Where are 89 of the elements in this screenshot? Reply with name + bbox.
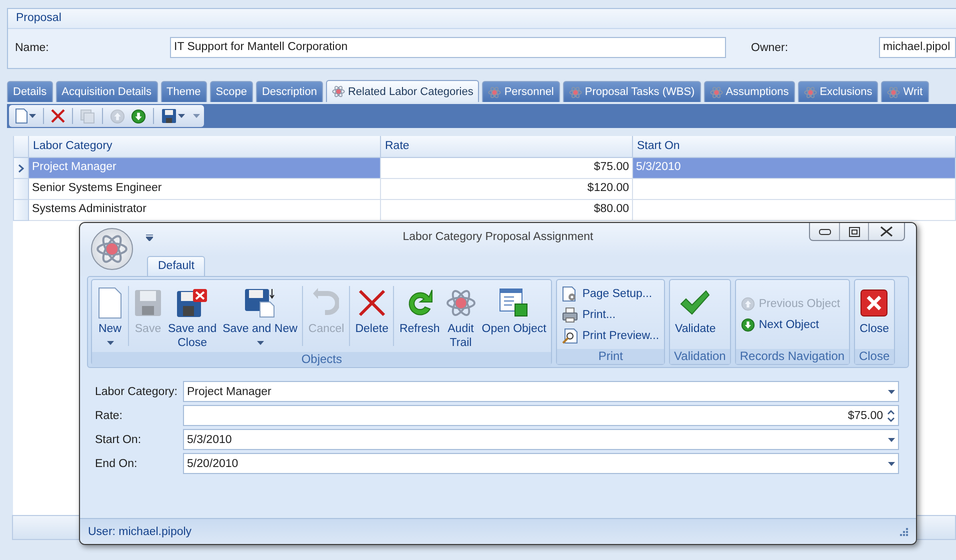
stacked-pages-icon <box>80 108 95 124</box>
text-field[interactable]: IT Support for Mantell Corporation <box>170 37 726 58</box>
column-header[interactable]: Labor Category <box>29 136 381 158</box>
dropdown-field[interactable]: 5/3/2010 <box>183 429 899 450</box>
ribbon-button[interactable]: Print... <box>559 305 662 324</box>
application-button[interactable] <box>91 228 133 270</box>
spin-arrows-icon <box>887 408 895 422</box>
ribbon-button[interactable]: Refresh <box>396 282 443 350</box>
tab[interactable]: Assumptions <box>704 81 795 102</box>
group-label: Validation <box>670 349 730 364</box>
ribbon-button[interactable]: Print Preview... <box>559 326 662 345</box>
page-icon <box>97 287 123 319</box>
spin-field[interactable]: $75.00 <box>183 405 899 426</box>
ribbon-button[interactable]: Close <box>856 282 892 347</box>
caret-icon <box>256 341 264 345</box>
page-magnifier-icon <box>562 328 578 344</box>
table-cell: $120.00 <box>381 179 633 200</box>
group-label: Records Navigation <box>736 349 849 364</box>
field-label: Owner: <box>751 42 790 54</box>
caret-icon <box>888 462 895 466</box>
tab[interactable]: Personnel <box>482 81 560 102</box>
caret-icon <box>888 438 895 442</box>
column-header[interactable]: Start On <box>633 136 956 158</box>
table-cell: Senior Systems Engineer <box>29 179 381 200</box>
ribbon-button[interactable]: Page Setup... <box>559 284 662 303</box>
tab[interactable]: Related Labor Categories <box>326 80 480 102</box>
window-cube-icon <box>499 288 530 318</box>
toolbar-button[interactable] <box>159 106 187 126</box>
floppy-disk-delete-icon <box>176 288 208 318</box>
floppy-disk-page-icon <box>244 288 276 318</box>
toolbar-button[interactable] <box>13 106 38 126</box>
page-icon <box>15 108 28 124</box>
table-cell: $75.00 <box>381 158 633 179</box>
ribbon-button[interactable]: New <box>94 282 126 350</box>
table-cell: 5/3/2010 <box>633 158 956 179</box>
ribbon-button[interactable]: Validate <box>672 282 719 347</box>
tab[interactable]: Scope <box>210 81 253 102</box>
group-label: Print <box>557 349 664 364</box>
window-title: Labor Category Proposal Assignment <box>402 231 594 243</box>
caret-icon <box>29 114 36 118</box>
resize-grip-icon[interactable] <box>900 528 908 536</box>
tab[interactable]: Theme <box>160 81 207 102</box>
tab[interactable]: Writ <box>881 81 929 102</box>
panel-title: Proposal <box>8 9 956 29</box>
column-header[interactable]: Rate <box>381 136 633 158</box>
chevron-icon <box>18 164 24 172</box>
table-cell: Project Manager <box>29 158 381 179</box>
tab[interactable]: Details <box>7 81 53 102</box>
dropdown-field[interactable]: Project Manager <box>183 381 899 402</box>
text-field[interactable]: michael.pipol <box>879 37 956 58</box>
caret-icon[interactable] <box>193 114 200 118</box>
cross-icon <box>51 109 65 123</box>
caret-icon <box>178 114 185 118</box>
undo-arrow-icon <box>313 288 340 318</box>
field-label: Rate: <box>95 410 124 422</box>
close-icon <box>860 289 888 317</box>
ribbon-button[interactable]: Save and Close <box>165 282 220 350</box>
ribbon-button[interactable]: Next Object <box>738 316 844 334</box>
ribbon-button[interactable]: Save and New <box>220 282 300 350</box>
check-mark-icon <box>680 290 710 316</box>
table-cell: Systems Administrator <box>29 200 381 221</box>
ribbon-button[interactable]: Open Object <box>478 282 550 350</box>
dropdown-field[interactable]: 5/20/2010 <box>183 453 899 474</box>
cross-icon <box>358 289 386 317</box>
group-label: Close <box>854 349 894 364</box>
caret-icon <box>888 390 895 394</box>
minimize-icon <box>818 228 830 234</box>
close-icon <box>880 226 893 237</box>
table-cell: $80.00 <box>381 200 633 221</box>
maximize-icon <box>848 226 860 236</box>
atom-icon <box>446 288 476 318</box>
page-gear-icon <box>562 286 578 302</box>
field-label: End On: <box>95 458 138 470</box>
atom-icon <box>96 233 128 265</box>
tab[interactable]: Description <box>256 81 323 102</box>
tab[interactable]: Proposal Tasks (WBS) <box>562 81 701 102</box>
field-label: Name: <box>15 42 50 54</box>
printer-icon <box>562 306 578 322</box>
caret-icon <box>106 341 114 345</box>
group-label: Objects <box>92 352 552 366</box>
caret-icon[interactable] <box>146 234 153 241</box>
tab[interactable]: Exclusions <box>798 81 878 102</box>
ribbon-button[interactable]: Delete <box>352 282 392 350</box>
ribbon-tab[interactable]: Default <box>147 256 206 276</box>
ribbon-button[interactable]: Audit Trail <box>442 282 479 350</box>
field-label: Start On: <box>95 434 142 446</box>
status-text: User: michael.pipoly <box>88 526 192 538</box>
field-label: Labor Category: <box>95 386 178 398</box>
tab[interactable]: Acquisition Details <box>56 81 158 102</box>
